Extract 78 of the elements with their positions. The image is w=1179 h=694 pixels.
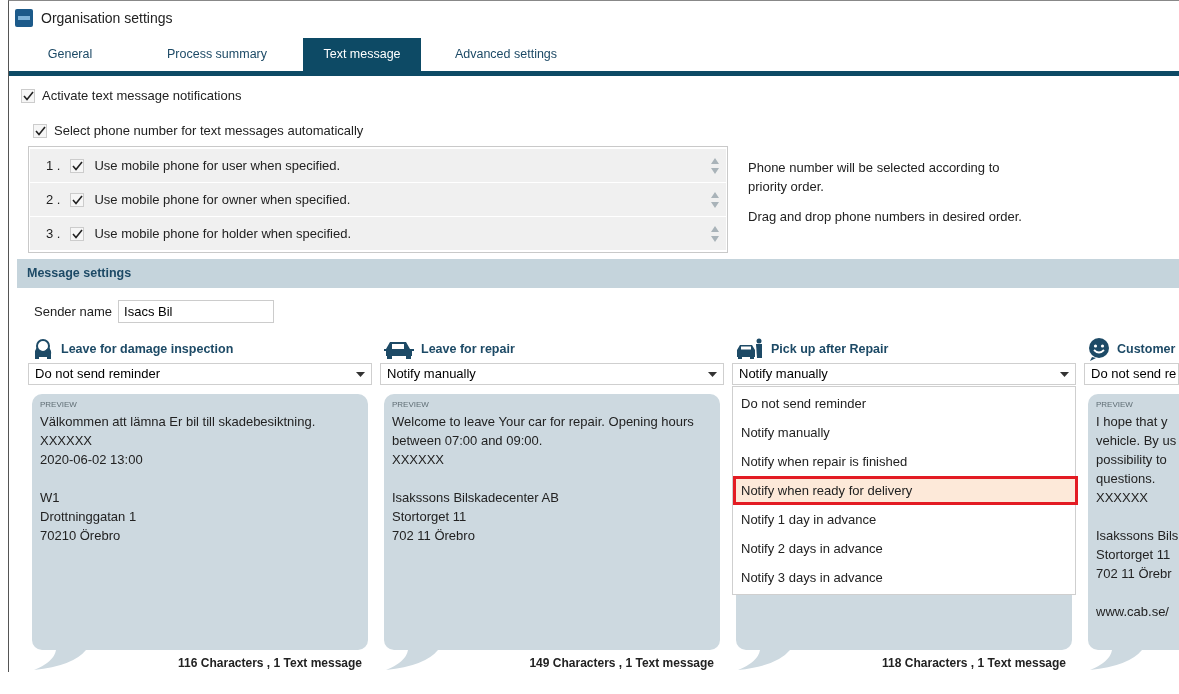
check-icon — [71, 228, 83, 239]
preview-line: W1 — [40, 489, 61, 507]
tab[interactable]: Text message — [303, 38, 421, 72]
tab[interactable]: Process summary — [131, 38, 303, 72]
smiley-icon — [1088, 337, 1110, 361]
dropdown-option[interactable]: Do not send reminder — [733, 389, 1075, 418]
column-title: Leave for repair — [421, 340, 515, 358]
column-title: Pick up after Repair — [771, 340, 889, 358]
reminder-dropdown[interactable]: Do not send re — [1084, 363, 1179, 385]
section-header: Message settings — [17, 259, 1179, 288]
column-title: Leave for damage inspection — [61, 340, 234, 358]
priority-row[interactable]: 2 . Use mobile phone for owner when specified. — [30, 183, 726, 217]
preview-line: questions. — [1096, 470, 1157, 488]
check-icon — [34, 125, 46, 136]
priority-row[interactable]: 3 . Use mobile phone for holder when specified. — [30, 217, 726, 251]
character-counter: 118 Characters , 1 Text message — [882, 655, 1067, 672]
dropdown-option[interactable]: Notify manually — [733, 418, 1075, 447]
row-number: 3 . — [46, 225, 61, 243]
preview-line: 702 11 Örebro — [392, 527, 476, 545]
caret-icon — [708, 371, 717, 377]
app-logo-icon — [15, 9, 33, 28]
preview-line: vehicle. By us — [1096, 432, 1178, 450]
dropdown-option[interactable]: Notify 3 days in advance — [733, 563, 1075, 592]
dropdown-option[interactable]: Notify 1 day in advance — [733, 505, 1075, 534]
checkbox[interactable] — [33, 123, 47, 138]
check-icon — [22, 91, 34, 101]
preview-line: XXXXXX — [40, 432, 94, 450]
row-number: 2 . — [46, 191, 61, 209]
preview-line: Isakssons Bils — [1096, 527, 1179, 545]
row-label: Use mobile phone for user when specified. — [94, 157, 342, 175]
reminder-dropdown[interactable]: Notify manually — [732, 363, 1076, 385]
tab[interactable]: General — [9, 38, 131, 72]
preview-line: Isakssons Bilskadecenter AB — [392, 489, 560, 507]
preview-line: 70210 Örebro — [40, 527, 122, 545]
column-title: Customer — [1117, 340, 1176, 358]
help-text: Phone number will be selected according to priority order. — [748, 159, 1001, 197]
checkbox[interactable] — [21, 89, 35, 103]
row-label: Use mobile phone for holder when specified. — [94, 225, 352, 243]
checkbox-label: Activate text message notifications — [42, 87, 242, 106]
preview-label: PREVIEW — [40, 400, 78, 410]
sender-name-field[interactable]: Isacs Bil — [118, 300, 275, 323]
checkbox-label: Select phone number for text messages automatically — [54, 121, 364, 140]
preview-line: XXXXXX — [392, 451, 446, 469]
reminder-dropdown[interactable]: Notify manually — [380, 363, 724, 385]
tab[interactable]: Advanced settings — [421, 38, 591, 72]
preview-line: Stortorget 11 — [1096, 546, 1172, 564]
preview-line: XXXXXX — [1096, 489, 1150, 507]
caret-icon — [356, 371, 365, 377]
character-counter: 149 Characters , 1 Text message — [529, 655, 715, 672]
check-icon — [71, 194, 83, 205]
checkbox[interactable] — [70, 226, 85, 241]
window-title: Organisation settings — [41, 8, 173, 28]
row-label: Use mobile phone for owner when specified. — [94, 191, 352, 209]
checkbox[interactable] — [70, 158, 85, 173]
check-icon — [71, 160, 83, 171]
preview-label: PREVIEW — [392, 400, 430, 410]
preview-line: Drottninggatan 1 — [40, 508, 138, 526]
checkbox[interactable] — [70, 192, 85, 207]
help-text: Drag and drop phone numbers in desired order. — [748, 208, 1023, 227]
dropdown-option[interactable]: Notify when repair is finished — [733, 447, 1075, 476]
preview-line: Welcome to leave Your car for repair. Opening hours between 07:00 and 09:00. — [392, 413, 695, 450]
caret-icon — [1060, 371, 1069, 377]
car-person-icon — [736, 337, 764, 361]
row-number: 1 . — [46, 157, 61, 175]
preview-line: Stortorget 11 — [392, 508, 468, 526]
preview-line: Välkommen att lämna Er bil till skadebesiktning. — [40, 413, 317, 431]
preview-line: I hope that y — [1096, 413, 1169, 431]
preview-line: 2020-06-02 13:00 — [40, 451, 144, 469]
priority-row[interactable]: 1 . Use mobile phone for user when specified. — [30, 149, 726, 183]
character-counter: 116 Characters , 1 Text message — [178, 655, 363, 672]
dropdown-option[interactable]: Notify 2 days in advance — [733, 534, 1075, 563]
preview-line: possibility to — [1096, 451, 1168, 469]
field-label: Sender name — [34, 302, 113, 321]
preview-line: 702 11 Örebr — [1096, 565, 1173, 583]
preview-label: PREVIEW — [1096, 400, 1134, 410]
dropdown-option[interactable]: Notify when ready for delivery — [733, 476, 1078, 505]
reminder-dropdown[interactable]: Do not send reminder — [28, 363, 372, 385]
preview-line: www.cab.se/ — [1096, 603, 1170, 621]
